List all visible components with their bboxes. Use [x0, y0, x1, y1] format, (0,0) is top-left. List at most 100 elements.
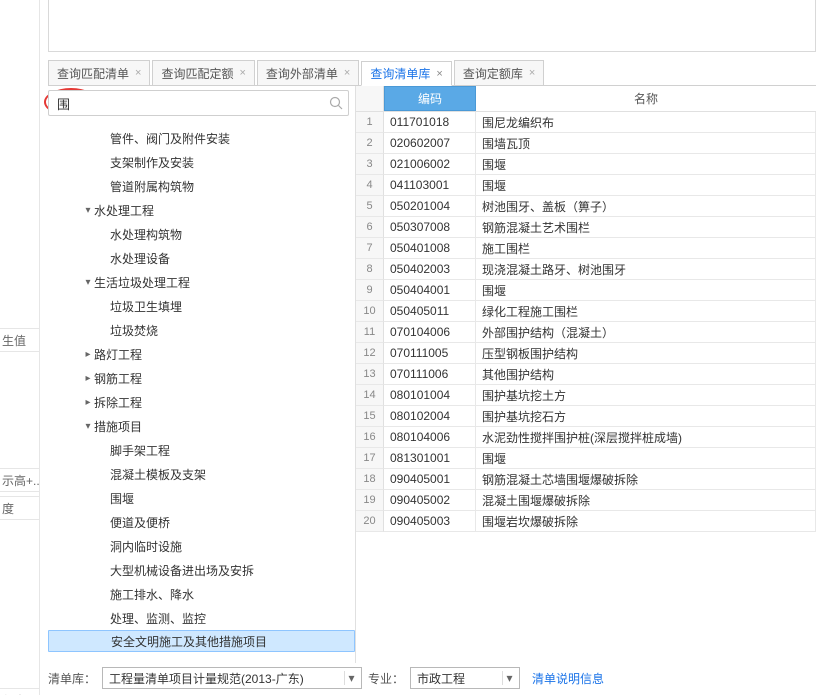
tree-node[interactable]: ▸钢筋工程	[48, 366, 355, 390]
cell-code: 050402003	[384, 259, 476, 280]
table-row[interactable]: 9050404001围堰	[356, 280, 816, 301]
cell-code: 050405011	[384, 301, 476, 322]
chevron-right-icon[interactable]: ▸	[82, 373, 94, 384]
table-row[interactable]: 15080102004围护基坑挖石方	[356, 406, 816, 427]
table-row[interactable]: 8050402003现浇混凝土路牙、树池围牙	[356, 259, 816, 280]
table-row[interactable]: 11070104006外部围护结构（混凝土）	[356, 322, 816, 343]
table-row[interactable]: 20090405003围堰岩坎爆破拆除	[356, 511, 816, 532]
tree-node[interactable]: 围堰	[48, 486, 355, 510]
tree-node[interactable]: ▸路灯工程	[48, 342, 355, 366]
tree-node-label: 水处理设备	[110, 250, 170, 267]
tree-node[interactable]: 处理、监测、监控	[48, 606, 355, 630]
table-row[interactable]: 5050201004树池围牙、盖板（箅子）	[356, 196, 816, 217]
link-list-desc[interactable]: 清单说明信息	[532, 670, 604, 687]
close-icon[interactable]: ×	[529, 67, 535, 79]
tree-node[interactable]: 水处理构筑物	[48, 222, 355, 246]
grid-header: 编码 名称	[356, 86, 816, 112]
close-icon[interactable]: ×	[436, 68, 442, 80]
row-number: 11	[356, 322, 384, 343]
tab-查询匹配定额[interactable]: 查询匹配定额 ×	[152, 60, 254, 85]
tree-node[interactable]: 安全文明施工及其他措施项目	[48, 630, 355, 652]
rail-row: 生值	[0, 328, 40, 352]
chevron-down-icon[interactable]: ▾	[82, 205, 94, 216]
tree-node[interactable]: 水处理设备	[48, 246, 355, 270]
table-row[interactable]: 3021006002围堰	[356, 154, 816, 175]
grid-header-name[interactable]: 名称	[476, 86, 816, 111]
left-rail: 生值示高+...度凝土	[0, 0, 40, 695]
tab-label: 查询匹配定额	[161, 65, 233, 82]
chevron-down-icon[interactable]: ▾	[82, 421, 94, 432]
cell-name: 压型钢板围护结构	[476, 343, 816, 364]
tab-label: 查询清单库	[370, 65, 430, 82]
tree-node-label: 安全文明施工及其他措施项目	[111, 633, 267, 650]
tree-node[interactable]: ▸拆除工程	[48, 390, 355, 414]
cell-name: 树池围牙、盖板（箅子）	[476, 196, 816, 217]
chevron-right-icon[interactable]: ▸	[82, 397, 94, 408]
tree-node-label: 拆除工程	[94, 394, 142, 411]
footer-bar: 清单库： 工程量清单项目计量规范(2013-广东) ▾ 专业： 市政工程 ▾ 清…	[48, 665, 816, 691]
cell-name: 围堰	[476, 154, 816, 175]
tab-查询匹配清单[interactable]: 查询匹配清单×	[48, 60, 150, 85]
table-row[interactable]: 18090405001钢筋混凝土芯墙围堰爆破拆除	[356, 469, 816, 490]
search-icon[interactable]	[328, 95, 344, 111]
table-row[interactable]: 17081301001围堰	[356, 448, 816, 469]
close-icon[interactable]: ×	[239, 67, 245, 79]
cell-code: 080102004	[384, 406, 476, 427]
cell-name: 其他围护结构	[476, 364, 816, 385]
cell-name: 水泥劲性搅拌围护桩(深层搅拌桩成墙)	[476, 427, 816, 448]
chevron-right-icon[interactable]: ▸	[82, 349, 94, 360]
combo-list-value: 工程量清单项目计量规范(2013-广东)	[109, 670, 304, 687]
row-number: 15	[356, 406, 384, 427]
grid-header-code[interactable]: 编码	[384, 86, 476, 111]
cell-code: 080101004	[384, 385, 476, 406]
table-row[interactable]: 14080101004围护基坑挖土方	[356, 385, 816, 406]
combo-list[interactable]: 工程量清单项目计量规范(2013-广东) ▾	[102, 667, 362, 689]
grid-body: 1011701018围尼龙编织布2020602007围墙瓦顶3021006002…	[356, 112, 816, 663]
tree-node-label: 处理、监测、监控	[110, 610, 206, 627]
table-row[interactable]: 1011701018围尼龙编织布	[356, 112, 816, 133]
tab-查询定额库[interactable]: 查询定额库×	[454, 60, 544, 85]
tree-node-label: 混凝土模板及支架	[110, 466, 206, 483]
table-row[interactable]: 12070111005压型钢板围护结构	[356, 343, 816, 364]
close-icon[interactable]: ×	[135, 67, 141, 79]
tree-node-label: 管件、阀门及附件安装	[110, 130, 230, 147]
tree-node[interactable]: 便道及便桥	[48, 510, 355, 534]
tree-node[interactable]: 支架制作及安装	[48, 150, 355, 174]
table-row[interactable]: 7050401008施工围栏	[356, 238, 816, 259]
tree-node[interactable]: 大型机械设备进出场及安拆	[48, 558, 355, 582]
table-row[interactable]: 16080104006水泥劲性搅拌围护桩(深层搅拌桩成墙)	[356, 427, 816, 448]
cell-name: 现浇混凝土路牙、树池围牙	[476, 259, 816, 280]
table-row[interactable]: 6050307008钢筋混凝土艺术围栏	[356, 217, 816, 238]
cell-code: 090405002	[384, 490, 476, 511]
tab-查询外部清单[interactable]: 查询外部清单×	[257, 60, 359, 85]
tree-node[interactable]: 混凝土模板及支架	[48, 462, 355, 486]
tab-查询清单库[interactable]: 查询清单库 ×	[361, 61, 451, 86]
tree-node[interactable]: ▾措施项目	[48, 414, 355, 438]
table-row[interactable]: 13070111006其他围护结构	[356, 364, 816, 385]
row-number: 16	[356, 427, 384, 448]
tree-node[interactable]: ▾生活垃圾处理工程	[48, 270, 355, 294]
close-icon[interactable]: ×	[344, 67, 350, 79]
table-row[interactable]: 2020602007围墙瓦顶	[356, 133, 816, 154]
cell-code: 041103001	[384, 175, 476, 196]
tree-node[interactable]: 洞内临时设施	[48, 534, 355, 558]
table-row[interactable]: 10050405011绿化工程施工围栏	[356, 301, 816, 322]
tree-node[interactable]: ▾水处理工程	[48, 198, 355, 222]
combo-spec[interactable]: 市政工程 ▾	[410, 667, 520, 689]
tree-node[interactable]: 管道附属构筑物	[48, 174, 355, 198]
search-box[interactable]	[48, 90, 349, 116]
cell-name: 混凝土围堰爆破拆除	[476, 490, 816, 511]
tree-node[interactable]: 管件、阀门及附件安装	[48, 126, 355, 150]
row-number: 2	[356, 133, 384, 154]
cell-name: 围护基坑挖石方	[476, 406, 816, 427]
chevron-down-icon[interactable]: ▾	[82, 277, 94, 288]
tree-node[interactable]: 施工排水、降水	[48, 582, 355, 606]
table-row[interactable]: 19090405002混凝土围堰爆破拆除	[356, 490, 816, 511]
tree-node[interactable]: 垃圾卫生填埋	[48, 294, 355, 318]
table-row[interactable]: 4041103001围堰	[356, 175, 816, 196]
search-input[interactable]	[55, 95, 326, 112]
tree-node[interactable]: 脚手架工程	[48, 438, 355, 462]
cell-code: 011701018	[384, 112, 476, 133]
tree-node-label: 钢筋工程	[94, 370, 142, 387]
tree-node[interactable]: 垃圾焚烧	[48, 318, 355, 342]
